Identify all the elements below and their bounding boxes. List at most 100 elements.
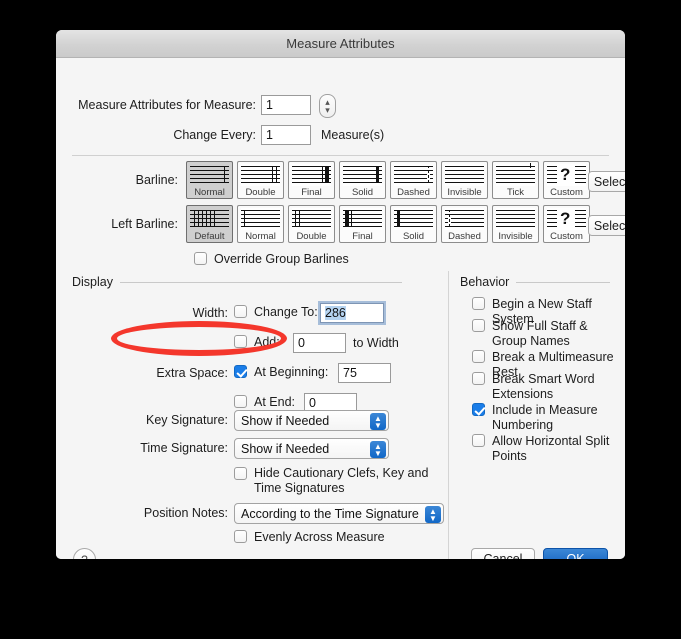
left-barline-icon-double — [292, 208, 331, 230]
barline-icon-final — [292, 164, 331, 186]
barline-label: Barline: — [56, 173, 178, 187]
measure-number-input[interactable] — [261, 95, 311, 115]
barline-option-final[interactable]: Final — [288, 161, 335, 199]
key-signature-chevrons-icon[interactable]: ▲▼ — [370, 413, 386, 430]
left-barline-select-button[interactable]: Select... — [588, 215, 625, 236]
behavior-checkbox-3[interactable] — [472, 372, 485, 385]
at-end-row[interactable]: At End: — [234, 395, 295, 410]
barline-option-custom[interactable]: ? Custom — [543, 161, 590, 199]
left-barline-option-final[interactable]: Final — [339, 205, 386, 243]
left-barline-icon-invisible — [496, 208, 535, 230]
at-beginning-checkbox[interactable] — [234, 365, 247, 378]
left-barline-option-default[interactable]: Default — [186, 205, 233, 243]
behavior-item-break-smart-word-extensions[interactable]: Break Smart Word Extensions — [472, 372, 625, 402]
left-barline-option-double[interactable]: Double — [288, 205, 335, 243]
behavior-checkbox-1[interactable] — [472, 319, 485, 332]
barline-option-group: Normal Double Final — [186, 161, 590, 199]
behavior-item-include-in-measure-numbering[interactable]: Include in Measure Numbering — [472, 403, 625, 433]
behavior-label-3: Break Smart Word Extensions — [492, 372, 625, 402]
override-group-barlines-row[interactable]: Override Group Barlines — [194, 252, 349, 267]
section-divider — [448, 271, 449, 559]
change-every-input[interactable] — [261, 125, 311, 145]
behavior-checkbox-2[interactable] — [472, 350, 485, 363]
position-notes-label: Position Notes: — [104, 506, 228, 520]
hide-cautionary-checkbox[interactable] — [234, 467, 247, 480]
position-notes-select[interactable]: According to the Time Signature ▲▼ — [234, 503, 444, 524]
barline-option-invisible[interactable]: Invisible — [441, 161, 488, 199]
barline-option-dashed[interactable]: Dashed — [390, 161, 437, 199]
left-barline-option-group: Default Normal Double — [186, 205, 590, 243]
barline-icon-normal — [190, 164, 229, 186]
stepper-down-arrow[interactable]: ▾ — [325, 106, 330, 114]
display-group-label: Display — [72, 275, 113, 289]
behavior-checkbox-0[interactable] — [472, 297, 485, 310]
change-to-value: 286 — [325, 306, 346, 320]
top-divider — [72, 155, 609, 156]
behavior-label-4: Include in Measure Numbering — [492, 403, 625, 433]
behavior-group-label: Behavior — [460, 275, 509, 289]
key-signature-value: Show if Needed — [241, 414, 329, 428]
time-signature-select[interactable]: Show if Needed ▲▼ — [234, 438, 389, 459]
override-group-barlines-label: Override Group Barlines — [214, 252, 349, 267]
behavior-checkbox-5[interactable] — [472, 434, 485, 447]
left-barline-option-custom[interactable]: ? Custom — [543, 205, 590, 243]
display-group-rule — [120, 282, 402, 283]
barline-icon-tick — [496, 164, 535, 186]
at-beginning-label: At Beginning: — [254, 365, 328, 380]
evenly-across-measure-checkbox[interactable] — [234, 530, 247, 543]
evenly-across-measure-label: Evenly Across Measure — [254, 530, 385, 545]
at-end-label: At End: — [254, 395, 295, 410]
change-every-label: Change Every: — [72, 128, 256, 142]
key-signature-label: Key Signature: — [104, 413, 228, 427]
change-to-input[interactable]: 286 — [320, 303, 384, 323]
add-checkbox[interactable] — [234, 335, 247, 348]
change-to-checkbox[interactable] — [234, 305, 247, 318]
behavior-item-allow-horizontal-split-points[interactable]: Allow Horizontal Split Points — [472, 434, 625, 464]
measure-attributes-dialog: Measure Attributes Measure Attributes fo… — [56, 30, 625, 559]
help-button[interactable]: ? — [73, 548, 96, 559]
barline-option-double[interactable]: Double — [237, 161, 284, 199]
width-label: Width: — [116, 306, 228, 320]
change-to-row[interactable]: Change To: — [234, 305, 318, 320]
measure-for-label: Measure Attributes for Measure: — [72, 98, 256, 112]
behavior-label-1: Show Full Staff & Group Names — [492, 319, 625, 349]
extra-space-label: Extra Space: — [116, 366, 228, 380]
barline-select-button[interactable]: Select... — [588, 171, 625, 192]
left-barline-icon-solid — [394, 208, 433, 230]
barline-icon-solid — [343, 164, 382, 186]
hide-cautionary-row[interactable]: Hide Cautionary Clefs, Key and Time Sign… — [234, 466, 444, 496]
behavior-checkbox-4[interactable] — [472, 403, 485, 416]
measure-number-stepper[interactable]: ▴ ▾ — [319, 94, 336, 118]
left-barline-option-solid[interactable]: Solid — [390, 205, 437, 243]
add-input[interactable] — [293, 333, 346, 353]
barline-option-solid[interactable]: Solid — [339, 161, 386, 199]
to-width-label: to Width — [353, 336, 399, 350]
evenly-across-measure-row[interactable]: Evenly Across Measure — [234, 530, 385, 545]
barline-option-normal[interactable]: Normal — [186, 161, 233, 199]
barline-icon-custom: ? — [547, 164, 586, 186]
cancel-button[interactable]: Cancel — [471, 548, 535, 559]
barline-icon-double — [241, 164, 280, 186]
barline-option-tick[interactable]: Tick — [492, 161, 539, 199]
key-signature-select[interactable]: Show if Needed ▲▼ — [234, 410, 389, 431]
dialog-title-bar: Measure Attributes — [56, 30, 625, 58]
add-row[interactable]: Add: — [234, 335, 280, 350]
behavior-item-show-full-staff-group-names[interactable]: Show Full Staff & Group Names — [472, 319, 625, 349]
dialog-title: Measure Attributes — [286, 36, 394, 51]
left-barline-option-dashed[interactable]: Dashed — [441, 205, 488, 243]
at-beginning-input[interactable] — [338, 363, 391, 383]
hide-cautionary-label-line2: Time Signatures — [254, 481, 428, 496]
at-end-checkbox[interactable] — [234, 395, 247, 408]
at-beginning-row[interactable]: At Beginning: — [234, 365, 328, 380]
left-barline-icon-default — [190, 208, 229, 230]
override-group-barlines-checkbox[interactable] — [194, 252, 207, 265]
position-notes-chevrons-icon[interactable]: ▲▼ — [425, 506, 441, 523]
left-barline-option-normal[interactable]: Normal — [237, 205, 284, 243]
behavior-group-rule — [516, 282, 610, 283]
left-barline-icon-final — [343, 208, 382, 230]
time-signature-value: Show if Needed — [241, 442, 329, 456]
change-to-label: Change To: — [254, 305, 318, 320]
ok-button[interactable]: OK — [543, 548, 608, 559]
left-barline-option-invisible[interactable]: Invisible — [492, 205, 539, 243]
time-signature-chevrons-icon[interactable]: ▲▼ — [370, 441, 386, 458]
